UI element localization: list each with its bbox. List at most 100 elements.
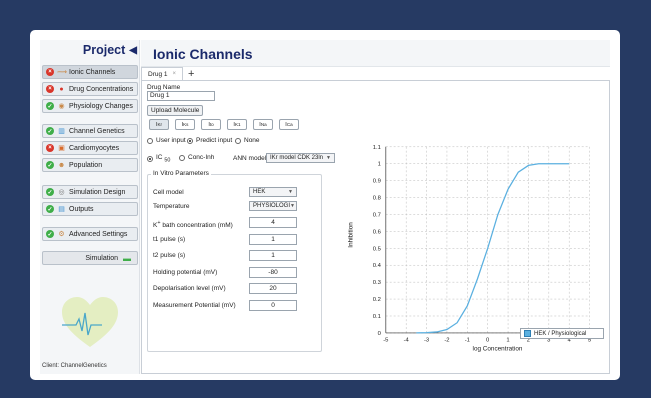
y-tick-label: 0.8 (373, 196, 381, 202)
sidebar-item-label: Simulation Design (69, 188, 126, 196)
k-bath-label: K+ bath concentration (mM) (153, 220, 233, 229)
radio-label: IC 50 (156, 154, 170, 163)
y-tick-label: 1 (378, 162, 381, 168)
depolarisation-label: Depolarisation level (mV) (153, 285, 226, 292)
sidebar-item-label: Physiology Changes (69, 102, 133, 110)
radio-user-input[interactable]: User input (147, 137, 186, 144)
y-tick-label: 0.9 (373, 179, 381, 185)
channel-button-ikr[interactable]: I Kr (149, 119, 169, 130)
radio-dot (147, 137, 153, 144)
y-tick-label: 0.3 (373, 280, 381, 286)
radio-label: Conc-Inh (188, 154, 215, 161)
sidebar-item-drug-concentrations[interactable]: × ● Drug Concentrations (42, 82, 138, 96)
channel-button-ik1[interactable]: I K1 (227, 119, 247, 130)
t2-pulse-input[interactable]: 1 (249, 250, 297, 261)
select-value: PHYSIOLOGI (253, 203, 291, 209)
holding-potential-label: Holding potential (mV) (153, 269, 218, 276)
cell-model-label: Cell model (153, 189, 184, 196)
heart-logo-icon (60, 295, 120, 350)
drug-tabs: Drug 1 × + (141, 67, 610, 81)
channel-button-ina[interactable]: I Na (253, 119, 273, 130)
ion-icon: ⟿ (57, 69, 68, 76)
x-tick-label: 1 (506, 338, 509, 344)
select-value: IKr model CDK 23ln (270, 155, 324, 161)
x-tick-label: -2 (444, 338, 449, 344)
sidebar-item-advanced-settings[interactable]: ✓ ⚙ Advanced Settings (42, 227, 138, 241)
radio-ic50[interactable]: IC 50 (147, 154, 170, 163)
channel-sub: Na (260, 122, 267, 127)
chevron-down-icon: ▼ (326, 155, 331, 161)
radio-conc-inh[interactable]: Conc-Inh (179, 154, 214, 161)
tab-label: Drug 1 (148, 70, 168, 78)
inhibition-chart: -5 -4 -3 -2 -1 0 1 2 3 4 500.10.20.30.40.50.60.70.… (348, 145, 592, 353)
x-tick-label: -4 (404, 338, 410, 344)
error-status-icon: × (46, 68, 54, 76)
upload-molecule-button[interactable]: Upload Molecule (147, 105, 204, 116)
sidebar-item-ionic-channels[interactable]: × ⟿ Ionic Channels (42, 65, 138, 79)
simulation-label: Simulation (85, 254, 118, 262)
ic-label: IC (156, 154, 163, 161)
temperature-select[interactable]: PHYSIOLOGI ▼ (249, 201, 297, 211)
sidebar-item-population[interactable]: ✓ ☻ Population (42, 158, 138, 172)
simulation-button[interactable]: Simulation ▬ (42, 251, 138, 265)
sidebar-item-label: Channel Genetics (69, 127, 125, 135)
select-value: HEK (253, 189, 266, 195)
k-bath-input[interactable]: 4 (249, 217, 297, 228)
measurement-potential-input[interactable]: 0 (249, 300, 297, 311)
x-axis-label: log Concentration (473, 346, 523, 353)
add-tab-icon[interactable]: + (183, 68, 199, 80)
sidebar-item-label: Cardiomyocytes (69, 144, 120, 152)
sidebar-item-simulation-design[interactable]: ✓ ◎ Simulation Design (42, 185, 138, 199)
sidebar-item-physiology-changes[interactable]: ✓ ◉ Physiology Changes (42, 99, 138, 113)
channel-button-ica[interactable]: I Ca (279, 119, 299, 130)
depolarisation-input[interactable]: 20 (249, 283, 297, 294)
sidebar-item-label: Drug Concentrations (69, 85, 134, 93)
legend-swatch (524, 330, 531, 337)
radio-none[interactable]: None (235, 137, 260, 144)
radio-label: Predict input (196, 137, 233, 144)
channel-button-iks[interactable]: I Ks (175, 119, 195, 130)
people-icon: ☻ (57, 161, 66, 169)
pills-icon: ◉ (58, 103, 65, 110)
channel-sub: Kr (157, 122, 163, 127)
channel-sub: to (209, 122, 214, 127)
chevron-down-icon: ▼ (288, 189, 293, 195)
channel-button-ito[interactable]: Ito (201, 119, 221, 130)
y-tick-label: 0.5 (373, 246, 382, 252)
error-status-icon: × (46, 144, 54, 152)
sidebar-item-outputs[interactable]: ✓ ▤ Outputs (42, 202, 138, 216)
channel-sub: Ks (183, 122, 189, 127)
page-title: Ionic Channels (153, 46, 253, 62)
y-tick-label: 0.1 (373, 314, 381, 320)
cell-model-select[interactable]: HEK ▼ (249, 187, 297, 197)
y-tick-label: 0 (378, 331, 382, 337)
ann-model-select[interactable]: IKr model CDK 23ln ▼ (266, 153, 335, 163)
sidebar-item-label: Ionic Channels (69, 68, 116, 76)
ok-status-icon: ✓ (46, 205, 54, 213)
tab-drug-1[interactable]: Drug 1 × (141, 67, 184, 80)
close-tab-icon[interactable]: × (173, 71, 177, 77)
y-tick-label: 0.6 (373, 229, 381, 235)
drug-name-input[interactable]: Drug 1 (147, 91, 215, 101)
project-header[interactable]: Project ◀ (83, 43, 137, 57)
y-tick-label: 0.2 (373, 297, 381, 303)
sidebar-item-channel-genetics[interactable]: ✓ ▥ Channel Genetics (42, 124, 138, 138)
design-icon: ◎ (58, 189, 65, 196)
ok-status-icon: ✓ (46, 161, 54, 169)
t1-pulse-input[interactable]: 1 (249, 234, 297, 245)
radio-predict-input[interactable]: Predict input (187, 137, 232, 144)
client-label: Client: ChannelGenetics (42, 363, 107, 369)
drug-name-label: Drug Name (147, 84, 181, 91)
settings-icon: ⚙ (58, 231, 65, 238)
collapse-triangle-icon[interactable]: ◀ (129, 45, 137, 56)
radio-label: User input (156, 137, 186, 144)
legend-label: HEK / Physiological (534, 330, 587, 337)
radio-dot (235, 137, 241, 144)
holding-potential-input[interactable]: -80 (249, 267, 297, 278)
sidebar-item-label: Advanced Settings (69, 230, 128, 238)
sidebar-item-cardiomyocytes[interactable]: × ▣ Cardiomyocytes (42, 141, 138, 155)
ok-status-icon: ✓ (46, 102, 54, 110)
ok-status-icon: ✓ (46, 230, 54, 238)
radio-dot (187, 137, 193, 144)
error-status-icon: × (46, 85, 54, 93)
